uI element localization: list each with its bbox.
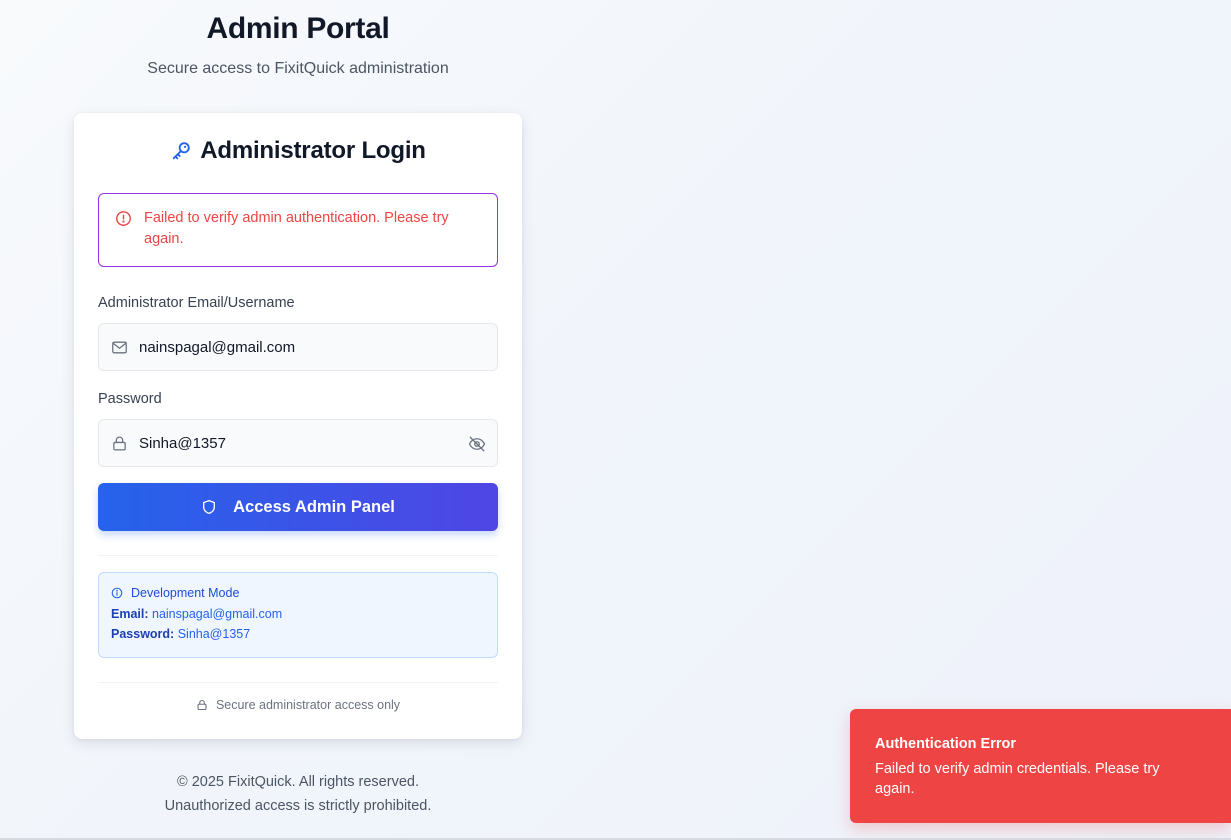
error-alert: Failed to verify admin authentication. P… bbox=[98, 193, 498, 267]
secure-note-text: Secure administrator access only bbox=[215, 698, 401, 712]
development-mode-title: Development Mode bbox=[131, 586, 240, 600]
mail-icon bbox=[111, 339, 128, 356]
password-field-label: Password bbox=[98, 391, 162, 407]
development-mode-box: Development Mode Email: nainspagal@gmail… bbox=[98, 572, 498, 658]
dev-password-label: Password: bbox=[111, 627, 175, 641]
alert-circle-icon bbox=[115, 210, 132, 266]
page-title: Admin Portal bbox=[206, 12, 390, 45]
access-admin-panel-button[interactable]: Access Admin Panel bbox=[98, 483, 498, 531]
lock-icon bbox=[196, 699, 208, 711]
email-field-wrapper bbox=[98, 323, 498, 371]
eye-off-icon[interactable] bbox=[468, 435, 486, 453]
info-icon bbox=[111, 587, 123, 599]
email-field-label: Administrator Email/Username bbox=[98, 295, 295, 311]
lock-icon bbox=[111, 435, 128, 452]
toast-title: Authentication Error bbox=[875, 736, 1016, 752]
dev-password-line: Password: Sinha@1357 bbox=[111, 627, 485, 641]
copyright-text: © 2025 FixitQuick. All rights reserved. bbox=[177, 774, 419, 790]
dev-email-line: Email: nainspagal@gmail.com bbox=[111, 607, 485, 621]
password-field[interactable] bbox=[139, 420, 459, 466]
toast-message: Failed to verify admin credentials. Plea… bbox=[875, 761, 1160, 797]
divider bbox=[98, 555, 498, 556]
dev-email-label: Email: bbox=[111, 607, 149, 621]
divider bbox=[98, 682, 498, 683]
secure-note: Secure administrator access only bbox=[74, 698, 522, 712]
password-field-wrapper bbox=[98, 419, 498, 467]
email-field[interactable] bbox=[139, 324, 459, 370]
key-icon bbox=[170, 140, 192, 162]
shield-icon bbox=[201, 499, 217, 515]
dev-email-value: nainspagal@gmail.com bbox=[152, 607, 283, 621]
login-card: Administrator Login Failed to verify adm… bbox=[74, 113, 522, 739]
page-footer: © 2025 FixitQuick. All rights reserved. … bbox=[74, 770, 522, 818]
card-title-text: Administrator Login bbox=[200, 137, 426, 164]
card-title: Administrator Login bbox=[74, 137, 522, 165]
access-admin-panel-label: Access Admin Panel bbox=[233, 497, 395, 516]
access-warning-text: Unauthorized access is strictly prohibit… bbox=[164, 798, 432, 814]
dev-password-value: Sinha@1357 bbox=[177, 627, 251, 641]
error-toast[interactable]: Authentication Error Failed to verify ad… bbox=[850, 709, 1231, 823]
page-subtitle: Secure access to FixitQuick administrati… bbox=[147, 60, 449, 77]
error-alert-message: Failed to verify admin authentication. P… bbox=[144, 210, 449, 247]
development-mode-heading: Development Mode bbox=[111, 585, 485, 601]
